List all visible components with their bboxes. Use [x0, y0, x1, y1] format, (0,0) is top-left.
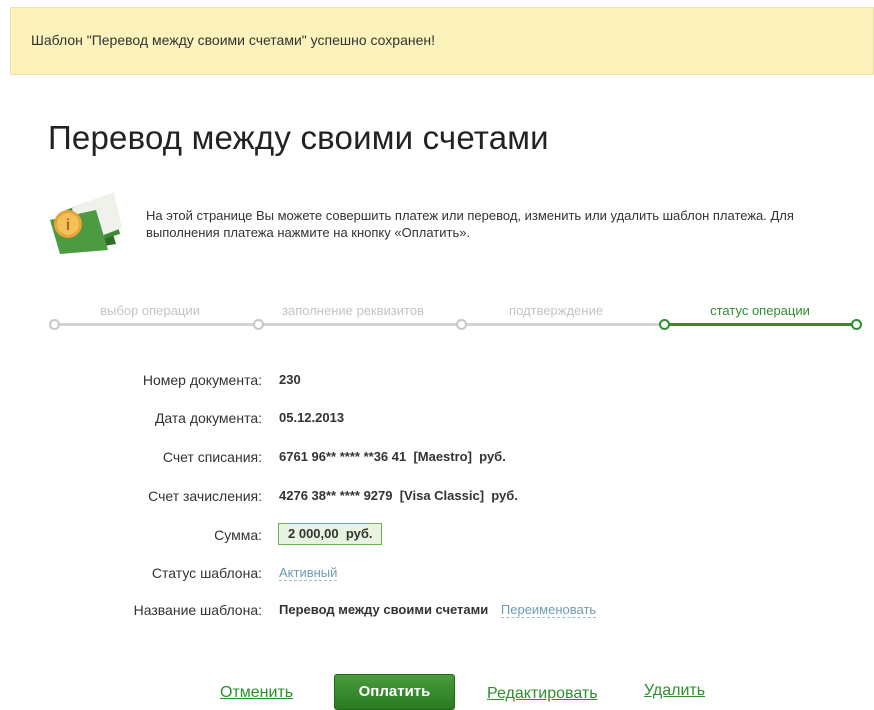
pay-button[interactable]: Оплатить	[334, 674, 455, 710]
step-label-2: заполнение реквизитов	[282, 303, 424, 318]
step-dot-end	[851, 319, 862, 330]
success-notice: Шаблон "Перевод между своими счетами" ус…	[10, 7, 874, 75]
progress-steps: выбор операции заполнение реквизитов под…	[0, 296, 874, 336]
step-label-4: статус операции	[710, 303, 810, 318]
step-dot-4	[659, 319, 670, 330]
step-dot-2	[253, 319, 264, 330]
template-name-value-wrap: Перевод между своими счетами Переименова…	[279, 602, 597, 618]
doc-date-row: Дата документа: 05.12.2013	[0, 407, 874, 429]
step-label-3: подтверждение	[509, 303, 603, 318]
step-dot-3	[456, 319, 467, 330]
info-text: На этой странице Вы можете совершить пла…	[146, 208, 794, 240]
template-name-label: Название шаблона:	[133, 602, 262, 618]
template-name-row: Название шаблона: Перевод между своими с…	[0, 599, 874, 621]
folder-info-icon: i	[50, 192, 122, 254]
edit-link[interactable]: Редактировать	[487, 685, 598, 703]
template-name-value: Перевод между своими счетами	[279, 602, 489, 617]
step-dot-1	[49, 319, 60, 330]
rename-link[interactable]: Переименовать	[500, 602, 597, 618]
delete-link[interactable]: Удалить	[644, 682, 705, 700]
amount-value: 2 000,00 руб.	[278, 523, 383, 545]
doc-date-value: 05.12.2013	[279, 410, 345, 425]
doc-number-label: Номер документа:	[142, 372, 262, 388]
credit-account-label: Счет зачисления:	[148, 488, 262, 504]
progress-line-active	[664, 323, 854, 326]
template-status-row: Статус шаблона: Активный	[0, 562, 874, 584]
doc-number-row: Номер документа: 230	[0, 369, 874, 391]
debit-account-label: Счет списания:	[162, 449, 262, 465]
template-status-link[interactable]: Активный	[279, 565, 338, 581]
svg-text:i: i	[66, 217, 70, 234]
doc-date-label: Дата документа:	[154, 410, 262, 426]
template-status-label: Статус шаблона:	[151, 565, 262, 581]
amount-row: Сумма: 2 000,00 руб.	[0, 523, 874, 546]
debit-account-value: 6761 96** **** **36 41 [Maestro] руб.	[279, 449, 506, 464]
amount-label: Сумма:	[214, 527, 262, 543]
doc-number-value: 230	[279, 372, 301, 387]
credit-account-row: Счет зачисления: 4276 38** **** 9279 [Vi…	[0, 485, 874, 507]
page-title: Перевод между своими счетами	[48, 119, 549, 156]
progress-line-inactive	[54, 323, 660, 326]
success-notice-text: Шаблон "Перевод между своими счетами" ус…	[31, 32, 435, 48]
cancel-link[interactable]: Отменить	[220, 684, 293, 702]
step-label-1: выбор операции	[100, 303, 200, 318]
credit-account-value: 4276 38** **** 9279 [Visa Classic] руб.	[279, 488, 518, 503]
debit-account-row: Счет списания: 6761 96** **** **36 41 [M…	[0, 446, 874, 468]
